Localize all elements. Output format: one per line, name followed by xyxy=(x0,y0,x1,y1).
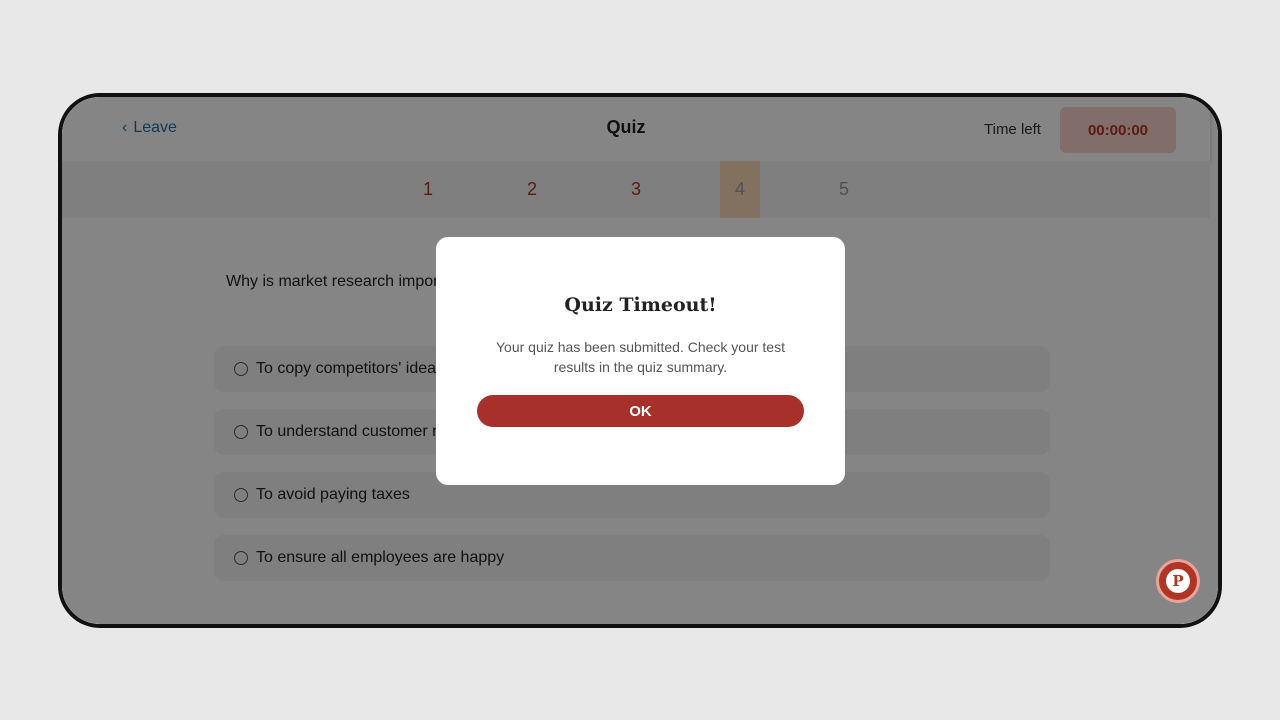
timeout-dialog: Quiz Timeout! Your quiz has been submitt… xyxy=(436,237,845,485)
p-logo-icon: P xyxy=(1166,569,1190,593)
p-logo-button[interactable]: P xyxy=(1156,559,1200,603)
dialog-message: Your quiz has been submitted. Check your… xyxy=(496,339,785,375)
ok-button[interactable]: OK xyxy=(477,395,804,427)
dialog-title: Quiz Timeout! xyxy=(564,294,717,316)
